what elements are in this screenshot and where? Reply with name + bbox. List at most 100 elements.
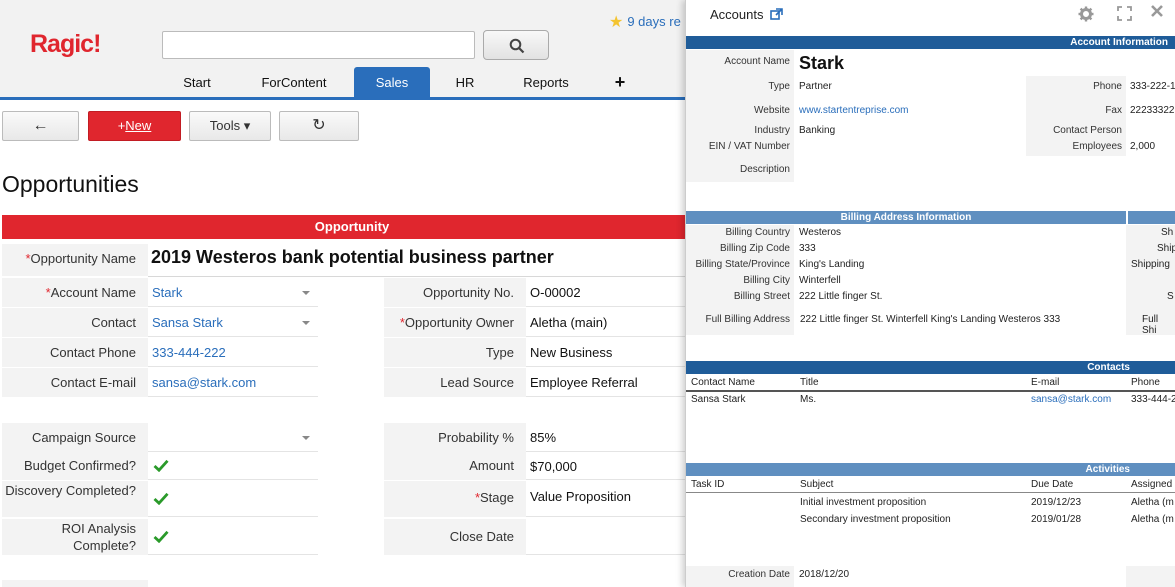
lead-source-field[interactable]: Employee Referral	[526, 368, 700, 397]
lead-source-label: Lead Source	[384, 368, 526, 397]
activities-col-task-id[interactable]: Task ID	[691, 479, 724, 490]
stage-field[interactable]: Value Proposition	[526, 481, 700, 517]
opportunity-section-header: Opportunity	[2, 215, 702, 239]
creation-date-value: 2018/12/20	[799, 569, 850, 580]
checkmark-icon	[153, 492, 169, 505]
new-record-button[interactable]: +New	[88, 111, 181, 141]
fax-label: Fax	[1105, 105, 1122, 116]
tab-hr[interactable]: HR	[440, 67, 490, 98]
stage-label: *Stage	[384, 481, 526, 517]
billing-city-label: Billing City	[743, 275, 790, 286]
budget-confirmed-checkbox[interactable]	[148, 452, 318, 480]
opportunity-name-value[interactable]: 2019 Westeros bank potential business pa…	[151, 247, 554, 268]
close-icon[interactable]	[1150, 4, 1164, 22]
account-name-label: Account Name	[724, 56, 790, 67]
account-name-value[interactable]: Stark	[799, 53, 844, 74]
opportunity-no-field[interactable]: O-00002	[526, 278, 700, 307]
record-toolbar: ← +New Tools ▾ ↻	[0, 103, 700, 143]
billing-country-value[interactable]: Westeros	[799, 227, 841, 238]
roi-analysis-label: ROI Analysis Complete?	[2, 519, 148, 555]
tools-dropdown-button[interactable]: Tools ▾	[189, 111, 271, 141]
external-link-icon[interactable]	[766, 7, 783, 22]
website-label: Website	[754, 105, 790, 116]
opportunity-name-label: *Opportunity Name	[2, 244, 148, 276]
trial-notification[interactable]: ★ 9 days re	[609, 12, 681, 32]
contact-phone-label: Contact Phone	[2, 338, 148, 367]
budget-confirmed-label: Budget Confirmed?	[2, 452, 148, 480]
amount-label: Amount	[384, 452, 526, 480]
ein-vat-label: EIN / VAT Number	[708, 141, 790, 152]
tab-reports[interactable]: Reports	[506, 67, 586, 98]
refresh-button[interactable]: ↻	[279, 111, 359, 141]
tab-sales[interactable]: Sales	[354, 67, 430, 98]
billing-street-value[interactable]: 222 Little finger St.	[799, 291, 882, 302]
account-preview-panel: Accounts Account Information Account Nam…	[685, 0, 1175, 587]
contact-email-label: Contact E-mail	[2, 368, 148, 397]
amount-field[interactable]: $70,000	[526, 452, 700, 480]
shipping-label: Ship	[1157, 243, 1175, 254]
billing-street-label: Billing Street	[733, 291, 790, 302]
tab-forcontent[interactable]: ForContent	[246, 67, 342, 98]
search-icon	[509, 38, 525, 54]
shipping-label: Sh	[1161, 227, 1174, 238]
page-title: Opportunities	[2, 171, 139, 197]
employees-value[interactable]: 2,000	[1130, 141, 1155, 152]
type-field[interactable]: New Business	[526, 338, 700, 367]
shipping-label: S	[1167, 291, 1174, 302]
chevron-down-icon[interactable]	[302, 436, 310, 440]
contacts-col-phone[interactable]: Phone	[1131, 377, 1160, 388]
contact-phone-field[interactable]: 333-444-222	[148, 338, 318, 367]
search-button[interactable]	[483, 30, 549, 60]
contact-label: Contact	[2, 308, 148, 337]
chevron-down-icon[interactable]	[302, 321, 310, 325]
contacts-header: Contacts	[686, 361, 1175, 374]
gear-icon[interactable]	[1078, 6, 1094, 26]
billing-state-value[interactable]: King's Landing	[799, 259, 864, 270]
account-type-value[interactable]: Partner	[799, 81, 832, 92]
checkmark-icon	[153, 530, 169, 543]
full-billing-address-label: Full Billing Address	[705, 314, 790, 325]
contacts-col-name[interactable]: Contact Name	[691, 377, 755, 388]
panel-title[interactable]: Accounts	[710, 7, 783, 22]
account-name-field[interactable]: Stark	[148, 278, 318, 307]
ragic-logo[interactable]: Ragic!	[30, 30, 101, 59]
website-link[interactable]: www.startentreprise.com	[799, 105, 908, 116]
contacts-col-title[interactable]: Title	[800, 377, 819, 388]
phone-label: Phone	[1093, 81, 1122, 92]
creation-date-label: Creation Date	[728, 569, 790, 580]
back-button[interactable]: ←	[2, 111, 79, 141]
type-label: Type	[384, 338, 526, 367]
tab-start[interactable]: Start	[162, 67, 232, 98]
add-tab-button[interactable]: +	[606, 67, 634, 98]
employees-label: Employees	[1072, 141, 1122, 152]
campaign-source-field[interactable]	[148, 423, 318, 452]
account-type-label: Type	[768, 81, 790, 92]
account-info-header: Account Information	[686, 36, 1175, 49]
billing-city-value[interactable]: Winterfell	[799, 275, 841, 286]
phone-value[interactable]: 333-222-1	[1130, 81, 1175, 92]
back-arrow-icon: ←	[32, 117, 49, 134]
billing-zip-value[interactable]: 333	[799, 243, 816, 254]
discovery-completed-checkbox[interactable]	[148, 481, 318, 517]
roi-analysis-checkbox[interactable]	[148, 519, 318, 555]
search-input[interactable]	[162, 31, 475, 59]
opportunity-owner-field[interactable]: Aletha (main)	[526, 308, 700, 337]
activities-col-subject[interactable]: Subject	[800, 479, 833, 490]
shipping-label: Shipping	[1131, 259, 1170, 270]
expand-icon[interactable]	[1117, 6, 1132, 25]
fax-value[interactable]: 22233322	[1130, 105, 1175, 116]
contacts-col-email[interactable]: E-mail	[1031, 377, 1059, 388]
chevron-down-icon[interactable]	[302, 291, 310, 295]
activities-col-assigned[interactable]: Assigned	[1131, 479, 1172, 490]
probability-field[interactable]: 85%	[526, 423, 700, 452]
close-date-field[interactable]	[526, 519, 700, 555]
activities-col-due-date[interactable]: Due Date	[1031, 479, 1073, 490]
contact-field[interactable]: Sansa Stark	[148, 308, 318, 337]
campaign-source-label: Campaign Source	[2, 423, 148, 452]
next-field-label	[2, 580, 148, 587]
shipping-label: Full Shi	[1142, 314, 1159, 336]
contact-email-field[interactable]: sansa@stark.com	[148, 368, 318, 397]
full-billing-address-value[interactable]: 222 Little finger St. Winterfell King's …	[800, 314, 1060, 325]
industry-value[interactable]: Banking	[799, 125, 835, 136]
checkmark-icon	[153, 459, 169, 472]
